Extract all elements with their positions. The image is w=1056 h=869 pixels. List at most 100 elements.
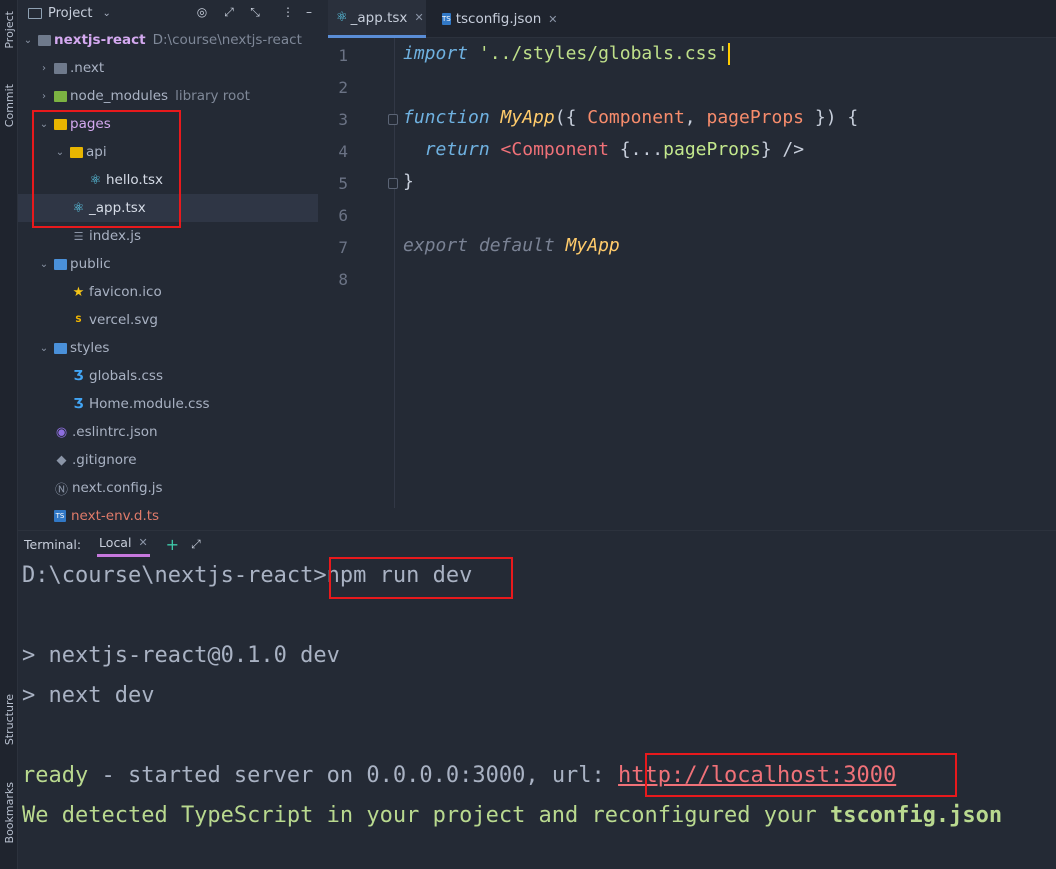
code-token: < bbox=[489, 139, 512, 160]
bookmarks-tool-tab[interactable]: Bookmarks bbox=[0, 772, 18, 854]
css-file-icon: Ʒ bbox=[73, 396, 84, 412]
tree-item-label: .next bbox=[70, 60, 105, 76]
code-line-1: import '../styles/globals.css' bbox=[403, 43, 731, 65]
url-highlight-box bbox=[645, 753, 957, 797]
fold-marker-icon[interactable] bbox=[388, 178, 398, 189]
tree-item-next[interactable]: › .next bbox=[18, 54, 318, 82]
tree-item-label: styles bbox=[70, 340, 110, 356]
typescript-text: We detected TypeScript in your project a… bbox=[22, 803, 830, 828]
terminal-tab-local[interactable]: Local ✕ bbox=[97, 531, 150, 557]
fold-marker-icon[interactable] bbox=[388, 114, 398, 125]
code-line-7: export default MyApp bbox=[403, 235, 620, 256]
collapse-all-icon[interactable]: ⤡ bbox=[247, 4, 263, 20]
eslint-icon: ◉ bbox=[55, 424, 68, 440]
tree-item-vercel-svg[interactable]: S vercel.svg bbox=[18, 306, 318, 334]
tree-item-nextjs-react[interactable]: ⌄ nextjs-react D:\course\nextjs-react bbox=[18, 26, 318, 54]
code-token: } /> bbox=[760, 139, 805, 160]
terminal-prompt: D:\course\nextjs-react> bbox=[22, 563, 327, 588]
tree-item-label: next-env.d.ts bbox=[71, 508, 160, 524]
command-highlight-box bbox=[329, 557, 513, 599]
tab-app-tsx[interactable]: ⚛ _app.tsx ✕ bbox=[328, 0, 426, 38]
text-cursor bbox=[728, 43, 731, 65]
line-number: 6 bbox=[338, 206, 348, 225]
ts-file-icon: TS bbox=[54, 510, 66, 522]
ready-label: ready bbox=[22, 763, 89, 788]
terminal-output-line: > next dev bbox=[22, 683, 155, 708]
close-icon[interactable]: ✕ bbox=[548, 13, 557, 26]
code-line-4: return <Component {...pageProps} /> bbox=[403, 139, 804, 160]
pages-highlight-box bbox=[32, 110, 181, 228]
code-token: } bbox=[403, 171, 414, 192]
code-token: Component bbox=[511, 139, 609, 160]
tree-item-eslintrc[interactable]: ◉ .eslintrc.json bbox=[18, 418, 318, 446]
tree-item-home-module-css[interactable]: Ʒ Home.module.css bbox=[18, 390, 318, 418]
line-number: 3 bbox=[338, 110, 348, 129]
react-icon: ⚛ bbox=[336, 10, 348, 25]
commit-tool-tab[interactable]: Commit bbox=[0, 76, 18, 136]
code-token: pageProps bbox=[706, 107, 805, 128]
code-token: MyApp bbox=[565, 235, 620, 256]
ready-text: - started server on 0.0.0.0:3000, url: bbox=[88, 763, 619, 788]
project-tree: ⌄ nextjs-react D:\course\nextjs-react › … bbox=[18, 26, 318, 530]
line-number: 5 bbox=[338, 174, 348, 193]
tree-item-public[interactable]: ⌄ public bbox=[18, 250, 318, 278]
chevron-down-icon[interactable]: ⌄ bbox=[38, 259, 50, 270]
code-token: }) { bbox=[804, 107, 859, 128]
code-token: function bbox=[403, 107, 490, 128]
folder-icon bbox=[54, 90, 67, 102]
tree-item-label: next.config.js bbox=[72, 480, 163, 496]
next-icon: Ⓝ bbox=[54, 482, 68, 498]
tree-item-label: index.js bbox=[89, 228, 142, 244]
tree-item-library-root: library root bbox=[175, 88, 250, 104]
line-number: 1 bbox=[338, 46, 348, 65]
hide-panel-icon[interactable]: – bbox=[301, 4, 317, 20]
tree-item-label: globals.css bbox=[89, 368, 163, 384]
code-token: '../styles/globals.css' bbox=[478, 43, 729, 64]
more-options-icon[interactable]: ⋮ bbox=[280, 4, 296, 20]
expand-icon[interactable]: ⤢ bbox=[191, 537, 201, 552]
tree-item-favicon[interactable]: ★ favicon.ico bbox=[18, 278, 318, 306]
project-panel-title[interactable]: Project bbox=[48, 6, 92, 21]
tree-item-label: .eslintrc.json bbox=[72, 424, 158, 440]
tab-label: _app.tsx bbox=[350, 9, 408, 26]
terminal-toolbar: Terminal: Local ✕ + ⤢ bbox=[18, 531, 1056, 557]
star-icon: ★ bbox=[72, 284, 85, 300]
tree-item-gitignore[interactable]: ◆ .gitignore bbox=[18, 446, 318, 474]
folder-icon bbox=[38, 34, 51, 46]
project-panel: Project ⌄ ◎ ⤢ ⤡ ⋮ – ⌄ nextjs-react D:\co… bbox=[18, 0, 343, 530]
close-icon[interactable]: ✕ bbox=[138, 536, 147, 549]
project-tool-tab[interactable]: Project bbox=[0, 4, 18, 56]
chevron-down-icon[interactable]: ⌄ bbox=[22, 35, 34, 46]
terminal-label: Terminal: bbox=[24, 536, 82, 552]
ts-file-icon: TS bbox=[442, 13, 451, 25]
chevron-down-icon[interactable]: ⌄ bbox=[102, 8, 110, 19]
tab-label: tsconfig.json bbox=[455, 11, 542, 27]
chevron-right-icon[interactable]: › bbox=[38, 63, 50, 74]
folder-icon bbox=[54, 258, 67, 270]
tsconfig-filename: tsconfig.json bbox=[829, 803, 1003, 828]
tree-item-next-config[interactable]: Ⓝ next.config.js bbox=[18, 474, 318, 502]
code-editor[interactable]: 1 2 3 4 5 6 7 8 import '../styles/global… bbox=[328, 38, 1056, 508]
line-number: 8 bbox=[338, 270, 348, 289]
tab-tsconfig-json[interactable]: TS tsconfig.json ✕ bbox=[434, 0, 564, 38]
tree-item-globals-css[interactable]: Ʒ globals.css bbox=[18, 362, 318, 390]
tree-item-path: D:\course\nextjs-react bbox=[152, 32, 302, 48]
chevron-down-icon[interactable]: ⌄ bbox=[38, 343, 50, 354]
close-icon[interactable]: ✕ bbox=[414, 11, 423, 24]
gutter-divider bbox=[394, 38, 395, 508]
line-number: 4 bbox=[338, 142, 348, 161]
locate-file-icon[interactable]: ◎ bbox=[194, 4, 210, 20]
chevron-right-icon[interactable]: › bbox=[38, 91, 50, 102]
project-view-icon bbox=[28, 7, 42, 19]
structure-tool-tab[interactable]: Structure bbox=[0, 686, 18, 754]
expand-all-icon[interactable]: ⤢ bbox=[221, 4, 237, 20]
folder-icon bbox=[54, 342, 67, 354]
tree-item-label: public bbox=[70, 256, 111, 272]
tree-item-styles[interactable]: ⌄ styles bbox=[18, 334, 318, 362]
tree-item-node-modules[interactable]: › node_modules library root bbox=[18, 82, 318, 110]
add-terminal-icon[interactable]: + bbox=[166, 535, 179, 554]
code-token: return bbox=[424, 139, 490, 160]
code-token: export default bbox=[403, 235, 555, 256]
line-number: 7 bbox=[338, 238, 348, 257]
tree-item-next-env[interactable]: TS next-env.d.ts bbox=[18, 502, 318, 530]
